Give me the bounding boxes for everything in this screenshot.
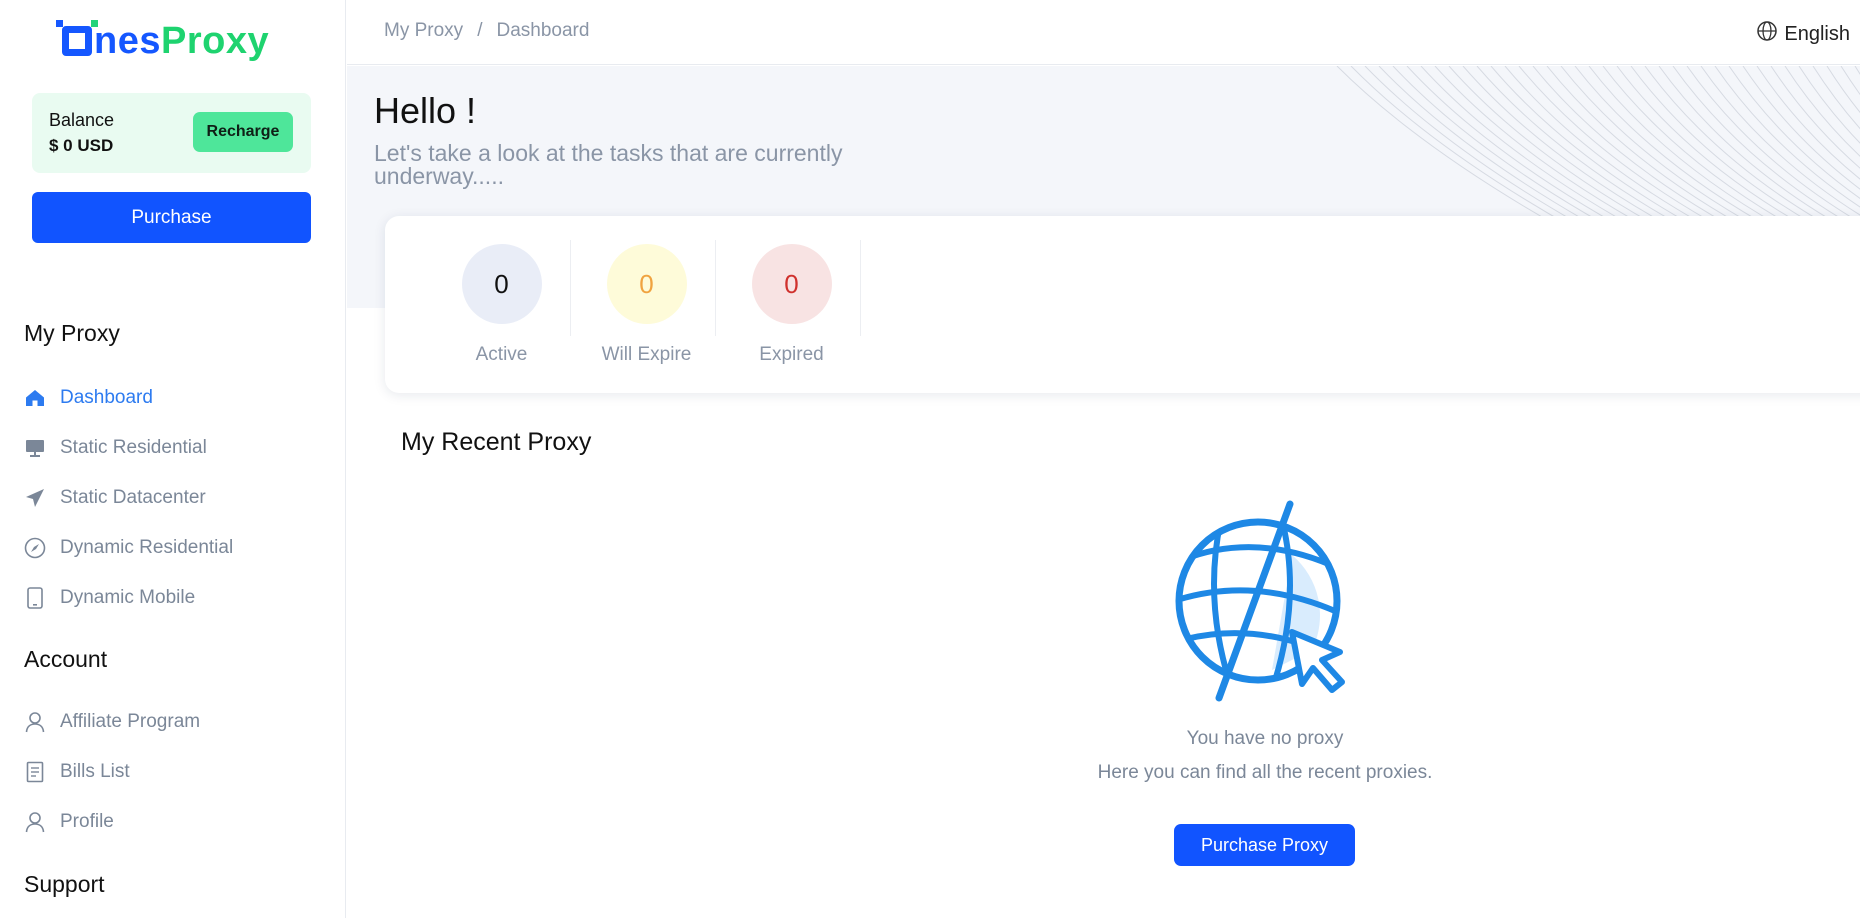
- mobile-icon: [24, 587, 46, 609]
- top-bar: My Proxy / Dashboard English: [347, 0, 1860, 65]
- empty-state-title: You have no proxy: [1186, 728, 1344, 749]
- sidebar-item-profile[interactable]: Profile: [24, 805, 114, 839]
- sidebar-item-label: Dynamic Mobile: [60, 587, 196, 608]
- stat-expired[interactable]: 0 Expired: [719, 244, 864, 365]
- purchase-proxy-button[interactable]: Purchase Proxy: [1174, 824, 1355, 866]
- logo-text-part2: Proxy: [160, 19, 270, 62]
- breadcrumb-separator: /: [477, 20, 483, 41]
- sidebar-item-dynamic-residential[interactable]: Dynamic Residential: [24, 531, 233, 565]
- sidebar-item-label: Profile: [60, 811, 114, 832]
- sidebar-item-static-datacenter[interactable]: Static Datacenter: [24, 481, 206, 515]
- empty-state-description: Here you can find all the recent proxies…: [1097, 762, 1433, 783]
- globe-icon: [1756, 20, 1778, 48]
- recharge-button[interactable]: Recharge: [193, 112, 293, 152]
- sidebar-item-static-residential[interactable]: Static Residential: [24, 431, 207, 465]
- sidebar-item-label: Bills List: [60, 761, 130, 782]
- stat-label: Expired: [759, 344, 824, 365]
- home-icon: [24, 387, 46, 409]
- sidebar-item-dashboard[interactable]: Dashboard: [24, 381, 153, 415]
- divider: [570, 240, 571, 336]
- globe-cursor-illustration-icon: [1175, 500, 1345, 702]
- stat-label: Will Expire: [601, 344, 692, 365]
- section-title-my-proxy: My Proxy: [24, 320, 120, 346]
- sidebar: nes Proxy Balance $ 0 USD Recharge Purch…: [0, 0, 346, 918]
- logo-text-part1: nes: [94, 19, 161, 62]
- sidebar-item-label: Affiliate Program: [60, 711, 201, 732]
- send-icon: [24, 487, 46, 509]
- divider: [715, 240, 716, 336]
- sidebar-item-label: Dashboard: [60, 387, 153, 408]
- breadcrumb-root[interactable]: My Proxy: [384, 20, 463, 42]
- language-selector[interactable]: English: [1756, 20, 1850, 48]
- section-title-support: Support: [24, 871, 105, 897]
- monitor-icon: [24, 437, 46, 459]
- stat-circle: 0: [751, 244, 832, 324]
- language-label: English: [1784, 22, 1850, 45]
- logo-mark-icon: [56, 20, 98, 56]
- stat-active[interactable]: 0 Active: [429, 244, 574, 365]
- balance-value: $ 0 USD: [49, 136, 114, 155]
- sidebar-item-bills-list[interactable]: Bills List: [24, 755, 130, 789]
- stat-circle: 0: [606, 244, 687, 324]
- purchase-button[interactable]: Purchase: [32, 192, 311, 243]
- sidebar-item-label: Dynamic Residential: [60, 537, 234, 558]
- stat-will-expire[interactable]: 0 Will Expire: [574, 244, 719, 365]
- balance-card: Balance $ 0 USD Recharge: [32, 93, 311, 173]
- breadcrumb-current: Dashboard: [496, 20, 590, 41]
- balance-label: Balance: [49, 110, 115, 130]
- user-icon: [24, 711, 46, 733]
- compass-icon: [24, 537, 46, 559]
- document-icon: [24, 761, 46, 783]
- divider: [860, 240, 861, 336]
- proxy-stats-card: 0 Active 0 Will Expire 0 Expired: [385, 216, 1860, 393]
- stat-label: Active: [475, 344, 528, 365]
- breadcrumb: My Proxy / Dashboard: [384, 20, 589, 42]
- section-title-account: Account: [24, 646, 108, 672]
- sidebar-item-affiliate-program[interactable]: Affiliate Program: [24, 705, 200, 739]
- recent-proxy-title: My Recent Proxy: [401, 428, 592, 456]
- logo[interactable]: nes Proxy: [56, 18, 270, 64]
- greeting-subtitle: Let's take a look at the tasks that are …: [374, 140, 843, 189]
- sidebar-item-label: Static Residential: [60, 437, 207, 458]
- stat-circle: 0: [461, 244, 542, 324]
- greeting-heading: Hello !: [374, 90, 477, 131]
- sidebar-item-label: Static Datacenter: [60, 487, 206, 508]
- sidebar-item-dynamic-mobile[interactable]: Dynamic Mobile: [24, 581, 195, 615]
- user-icon: [24, 811, 46, 833]
